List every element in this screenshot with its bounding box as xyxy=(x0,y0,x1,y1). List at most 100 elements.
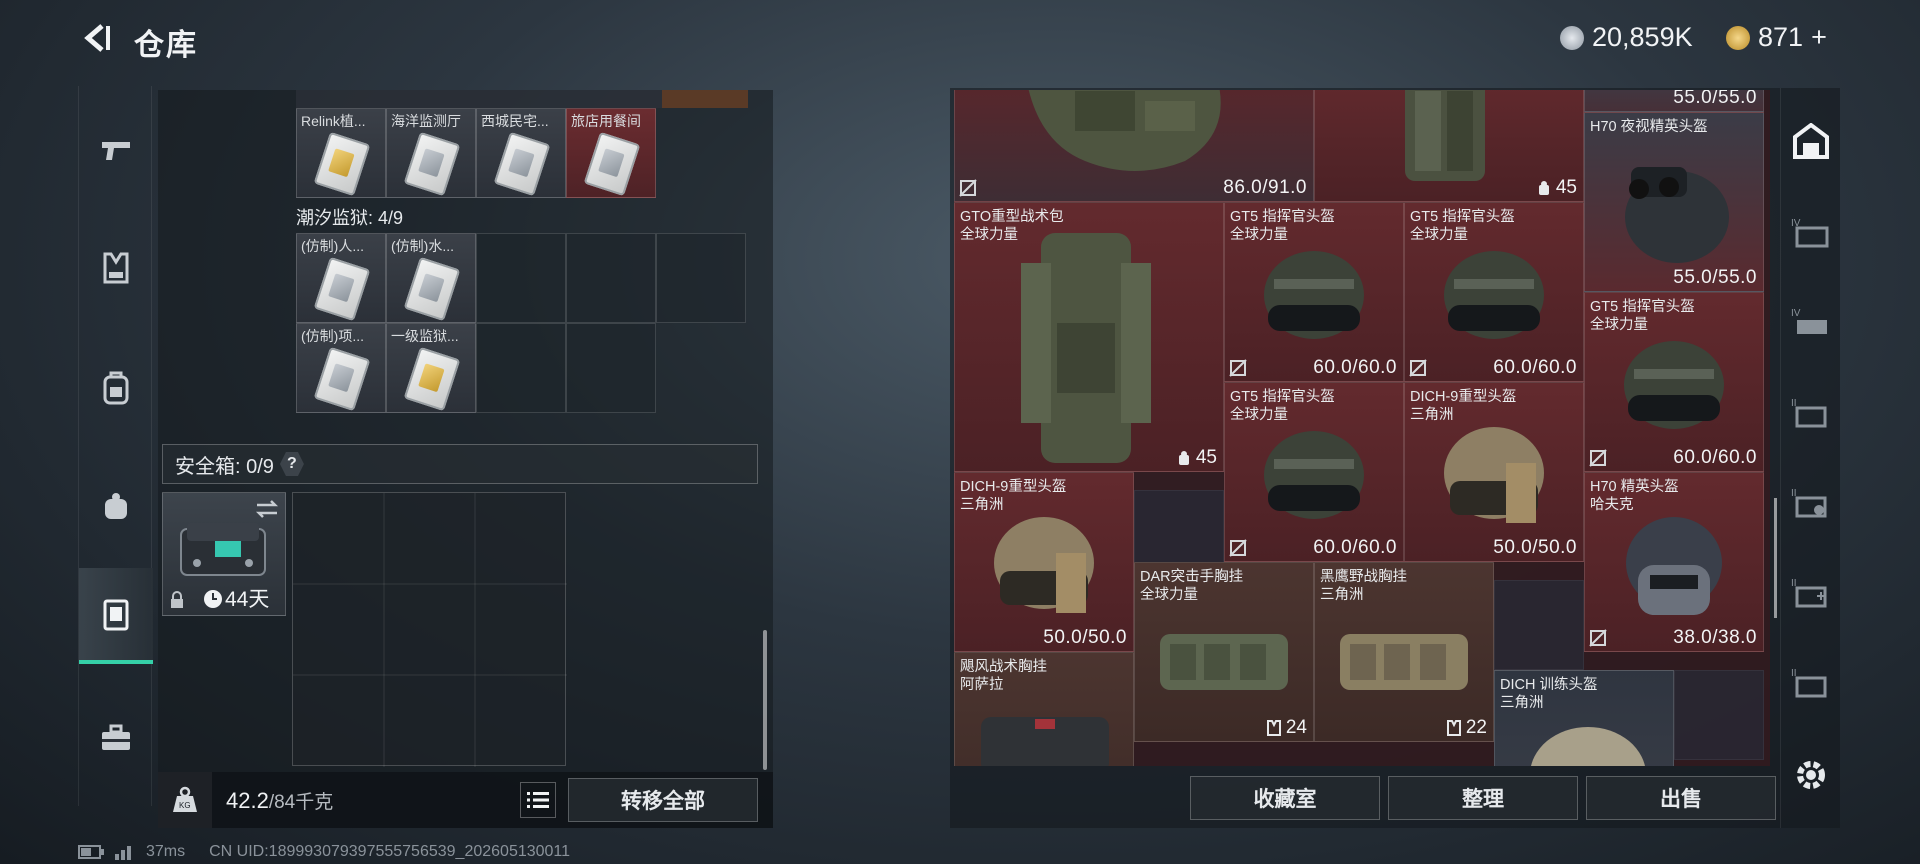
gold-plus[interactable]: + xyxy=(1811,22,1827,53)
prison-item-3[interactable]: (仿制)项... xyxy=(296,323,386,413)
keycard-icon xyxy=(403,346,461,412)
empty-slot[interactable] xyxy=(656,233,746,323)
rail-item-slot-2[interactable]: II xyxy=(1781,378,1841,448)
warehouse-rail: IV IV II II II II xyxy=(1780,88,1840,828)
item-label: Relink植... xyxy=(301,113,366,129)
rig-art xyxy=(981,717,1109,766)
rail-item-slot-4[interactable]: IV xyxy=(1781,198,1841,268)
map-card-relink[interactable]: Relink植... xyxy=(296,108,386,198)
dich9-helmet-art xyxy=(1444,427,1544,524)
sidebar-item-armor[interactable] xyxy=(79,228,153,308)
map-card-west[interactable]: 西城民宅... xyxy=(476,108,566,198)
rig-icon xyxy=(105,493,127,519)
empty-slot[interactable] xyxy=(1494,580,1584,670)
rail-item-all[interactable] xyxy=(1781,106,1841,176)
warehouse-icon xyxy=(1793,123,1829,159)
storage-tab-icon: IV xyxy=(1791,308,1827,334)
durability-icon xyxy=(1538,181,1549,195)
silver-currency[interactable]: 20,859K xyxy=(1560,22,1693,53)
swap-icon[interactable] xyxy=(255,499,279,519)
rail-item-slot-2c[interactable]: II xyxy=(1781,558,1841,628)
collection-room-button[interactable]: 收藏室 xyxy=(1190,776,1380,820)
nv-helmet-art xyxy=(1625,167,1729,264)
durability: 38.0/38.0 xyxy=(1673,627,1757,648)
help-icon[interactable]: ? xyxy=(279,452,304,476)
item-gt5-helmet-2[interactable]: GT5 指挥官头盔 全球力量 60.0/60.0 xyxy=(1404,202,1584,382)
durability: 60.0/60.0 xyxy=(1493,357,1577,378)
prison-item-4[interactable]: 一级监狱... xyxy=(386,323,476,413)
empty-slot[interactable] xyxy=(566,233,656,323)
safe-box-grid[interactable] xyxy=(292,492,567,767)
item-h70-nightvision[interactable]: H70 夜视精英头盔 55.0/55.0 xyxy=(1584,112,1764,292)
item-dar-rig[interactable]: DAR突击手胸挂 全球力量 24 xyxy=(1134,562,1314,742)
item-label: 海洋监测厅 xyxy=(391,113,461,129)
item-dich-training-helmet[interactable]: DICH 训练头盔 三角洲 xyxy=(1494,670,1674,766)
weight-icon: KG xyxy=(158,772,212,828)
weight-max: /84千克 xyxy=(268,791,334,813)
rail-item-slot-2b[interactable]: II xyxy=(1781,468,1841,538)
no-insure-icon xyxy=(1409,359,1427,377)
sidebar-item-rig[interactable] xyxy=(79,466,153,546)
sidebar-item-supplies[interactable] xyxy=(79,698,153,778)
rail-item-slot-2d[interactable]: II xyxy=(1781,648,1841,718)
list-view-button[interactable] xyxy=(520,782,556,818)
left-scrollbar[interactable] xyxy=(763,630,767,770)
rail-item-slot-4b[interactable]: IV xyxy=(1781,288,1841,358)
prison-item-2[interactable]: (仿制)水... xyxy=(386,233,476,323)
empty-slot[interactable] xyxy=(1674,670,1764,760)
stack-count: 45 xyxy=(1176,447,1217,469)
dich9-helmet-art xyxy=(994,517,1094,614)
sort-button[interactable]: 整理 xyxy=(1388,776,1578,820)
safe-box-item[interactable]: 44天 xyxy=(162,492,286,616)
no-insure-icon xyxy=(1229,539,1247,557)
gear-icon xyxy=(1797,761,1825,789)
prison-item-1[interactable]: (仿制)人... xyxy=(296,233,386,323)
back-arrow-icon xyxy=(84,24,110,52)
gt5-helmet-art xyxy=(1264,251,1364,340)
safebox-icon xyxy=(103,599,129,631)
settings-button[interactable] xyxy=(1781,740,1841,810)
sell-button[interactable]: 出售 xyxy=(1586,776,1776,820)
right-scrollbar[interactable] xyxy=(1774,498,1777,618)
lock-icon xyxy=(171,591,183,608)
map-card-hotel[interactable]: 旅店用餐间 xyxy=(566,108,656,198)
durability: 60.0/60.0 xyxy=(1313,357,1397,378)
storage-tab-icon: II xyxy=(1791,398,1827,428)
item-gt5-helmet-1[interactable]: GT5 指挥官头盔 全球力量 60.0/60.0 xyxy=(1224,202,1404,382)
item-top-bag[interactable]: 45 xyxy=(1314,90,1584,202)
gold-coin-icon xyxy=(1726,25,1750,50)
vest-art xyxy=(1028,90,1221,171)
item-gt5-helmet-4[interactable]: GT5 指挥官头盔 全球力量 60.0/60.0 xyxy=(1224,382,1404,562)
item-gt5-helmet-3[interactable]: GT5 指挥官头盔 全球力量 60.0/60.0 xyxy=(1584,292,1764,472)
gold-currency[interactable]: 871 + xyxy=(1726,22,1827,53)
item-dich9-helmet-1[interactable]: DICH-9重型头盔 三角洲 50.0/50.0 xyxy=(954,472,1134,652)
item-blackhawk-rig[interactable]: 黑鹰野战胸挂 三角洲 22 xyxy=(1314,562,1494,742)
h70-helmet-art xyxy=(1626,517,1722,616)
silver-amount: 20,859K xyxy=(1592,22,1693,52)
transfer-all-button[interactable]: 转移全部 xyxy=(568,778,758,822)
safe-timer: 44天 xyxy=(225,588,270,611)
stack-count: 22 xyxy=(1446,717,1487,739)
item-top-right[interactable]: 55.0/55.0 xyxy=(1584,90,1764,112)
heavy-bag-art xyxy=(1021,233,1151,463)
item-label: (仿制)人... xyxy=(301,238,364,254)
storage-tab-icon: II xyxy=(1791,488,1827,518)
map-card-ocean[interactable]: 海洋监测厅 xyxy=(386,108,476,198)
empty-slot[interactable] xyxy=(476,323,566,413)
item-h70-elite-helmet[interactable]: H70 精英头盔 哈夫克 38.0/38.0 xyxy=(1584,472,1764,652)
item-dich9-helmet-2[interactable]: DICH-9重型头盔 三角洲 50.0/50.0 xyxy=(1404,382,1584,562)
sidebar-item-backpack[interactable] xyxy=(79,348,153,428)
back-button[interactable] xyxy=(78,20,114,56)
item-name: H70 夜视精英头盔 xyxy=(1590,119,1708,135)
empty-slot[interactable] xyxy=(566,323,656,413)
item-typhoon-rig[interactable]: 飓风战术胸挂 阿萨拉 xyxy=(954,652,1134,766)
sidebar-item-weapons[interactable] xyxy=(79,110,153,190)
item-top-vest[interactable]: 86.0/91.0 xyxy=(954,90,1314,202)
gold-amount: 871 xyxy=(1758,22,1804,52)
sidebar-item-safebox[interactable] xyxy=(79,568,153,664)
warehouse-grid: 86.0/91.0 45 55.0/55.0 H70 夜视精英头盔 55.0/5… xyxy=(954,90,1770,766)
empty-slot[interactable] xyxy=(476,233,566,323)
item-gto-bag[interactable]: GTO重型战术包 全球力量 45 xyxy=(954,202,1224,472)
vest-small-icon xyxy=(1446,720,1461,736)
weight-display: 42.2/84千克 xyxy=(226,787,333,814)
